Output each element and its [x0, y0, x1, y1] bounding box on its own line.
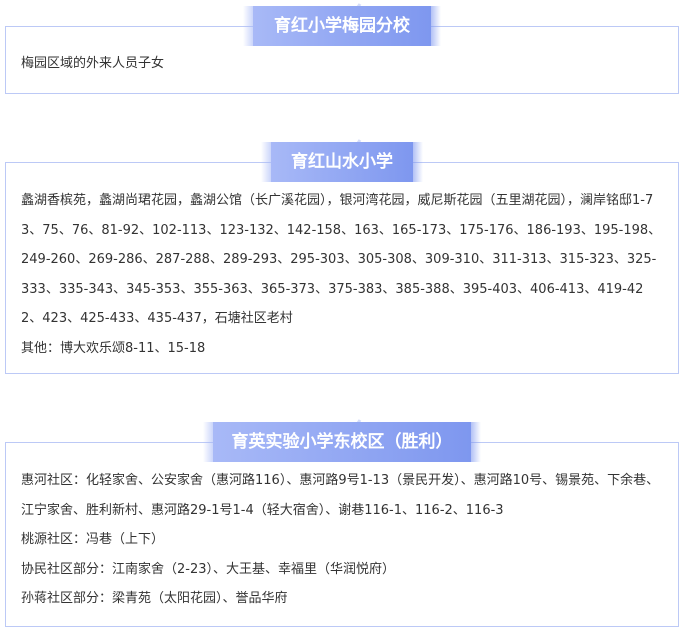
section-title: 育红小学梅园分校: [243, 6, 441, 46]
content-line: 其他：博大欢乐颂8-11、15-18: [21, 340, 206, 356]
content-line: 孙蒋社区部分：梁青苑（太阳花园）、誉品华府: [21, 591, 288, 606]
content-line: 蠡湖香槟苑，蠡湖尚珺花园，蠡湖公馆（长广溪花园），银河湾花园，威尼斯花园（五里湖…: [21, 193, 662, 326]
section-title: 育英实验小学东校区（胜利）: [203, 422, 481, 462]
section-content: 惠河社区：化轻家舍、公安家舍（惠河路116）、惠河路9号1-13（景民开发）、惠…: [21, 466, 663, 614]
content-line: 桃源社区：冯巷（上下）: [21, 532, 165, 547]
section-content: 梅园区域的外来人员子女: [21, 49, 663, 79]
content-line: 梅园区域的外来人员子女: [21, 56, 165, 71]
content-line: 惠河社区：化轻家舍、公安家舍（惠河路116）、惠河路9号1-13（景民开发）、惠…: [21, 473, 660, 518]
section-title: 育红山水小学: [261, 142, 423, 182]
section-content: 蠡湖香槟苑，蠡湖尚珺花园，蠡湖公馆（长广溪花园），银河湾花园，威尼斯花园（五里湖…: [21, 186, 663, 363]
content-line: 协民社区部分：江南家舍（2-23）、大王基、幸福里（华润悦府）: [21, 561, 396, 577]
